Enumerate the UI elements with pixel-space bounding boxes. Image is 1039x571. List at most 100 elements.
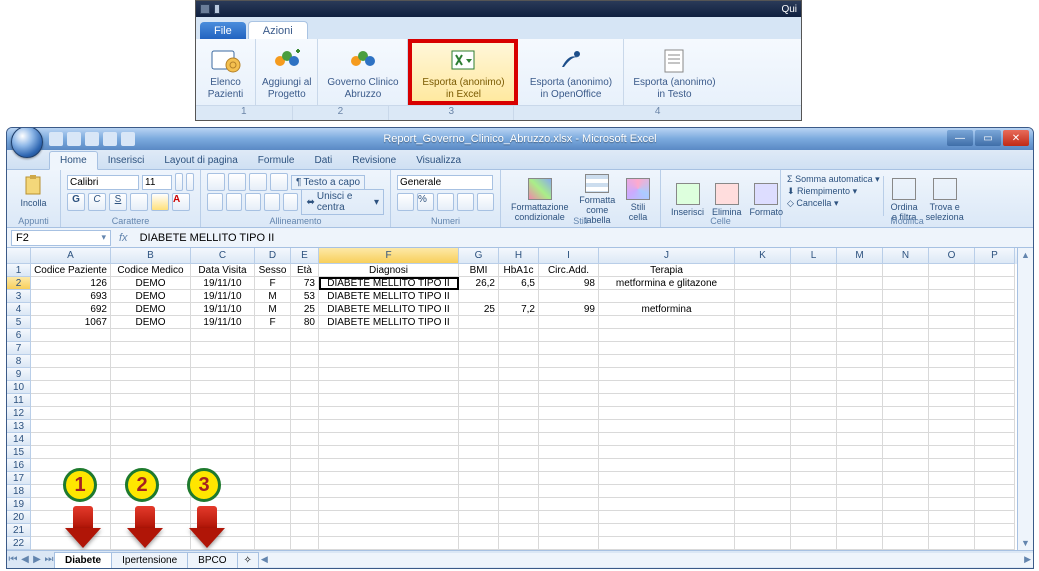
cell[interactable] xyxy=(319,498,459,511)
cell[interactable] xyxy=(735,524,791,537)
sheet-tab-bpco[interactable]: BPCO xyxy=(187,552,237,568)
cell[interactable] xyxy=(499,498,539,511)
cell[interactable] xyxy=(791,498,837,511)
cell[interactable] xyxy=(837,420,883,433)
cell[interactable] xyxy=(735,368,791,381)
cell[interactable]: Età xyxy=(291,264,319,277)
cell[interactable] xyxy=(975,329,1015,342)
cell[interactable] xyxy=(539,433,599,446)
cell[interactable] xyxy=(111,420,191,433)
cell[interactable] xyxy=(291,446,319,459)
cell[interactable] xyxy=(735,394,791,407)
cell[interactable]: HbA1c xyxy=(499,264,539,277)
cell[interactable] xyxy=(599,433,735,446)
cell[interactable] xyxy=(735,537,791,550)
align-mid[interactable] xyxy=(228,173,246,191)
name-box[interactable]: F2▾ xyxy=(11,230,111,246)
row-header[interactable]: 10 xyxy=(7,381,31,394)
cell[interactable] xyxy=(499,524,539,537)
cell[interactable] xyxy=(319,394,459,407)
cell[interactable] xyxy=(735,355,791,368)
cell[interactable] xyxy=(459,485,499,498)
cell[interactable] xyxy=(929,290,975,303)
cell[interactable] xyxy=(975,303,1015,316)
cell[interactable] xyxy=(319,420,459,433)
cell[interactable] xyxy=(837,264,883,277)
row-header[interactable]: 5 xyxy=(7,316,31,329)
cell[interactable] xyxy=(975,537,1015,550)
cell[interactable] xyxy=(291,498,319,511)
cell[interactable] xyxy=(255,342,291,355)
cell[interactable] xyxy=(975,368,1015,381)
cell[interactable]: 99 xyxy=(539,303,599,316)
cell[interactable] xyxy=(599,459,735,472)
cell[interactable] xyxy=(255,459,291,472)
sheet-nav-next[interactable]: ▶ xyxy=(31,553,43,567)
cell[interactable] xyxy=(255,498,291,511)
align-bot[interactable] xyxy=(249,173,267,191)
cell[interactable] xyxy=(319,537,459,550)
group-aggiungi-progetto[interactable]: Aggiungi al Progetto xyxy=(256,39,318,105)
cell[interactable] xyxy=(539,420,599,433)
tab-revisione[interactable]: Revisione xyxy=(342,152,406,169)
col-header[interactable]: P xyxy=(975,248,1015,264)
font-name-combo[interactable] xyxy=(67,175,139,190)
col-header[interactable]: A xyxy=(31,248,111,264)
cell[interactable] xyxy=(791,472,837,485)
tab-file[interactable]: File xyxy=(200,22,246,39)
cell[interactable] xyxy=(975,264,1015,277)
cell[interactable] xyxy=(735,433,791,446)
cell[interactable]: 693 xyxy=(31,290,111,303)
cell[interactable] xyxy=(255,355,291,368)
cell[interactable] xyxy=(539,511,599,524)
select-all-corner[interactable] xyxy=(7,248,31,264)
cell[interactable] xyxy=(791,355,837,368)
cell[interactable]: 98 xyxy=(539,277,599,290)
col-header[interactable]: B xyxy=(111,248,191,264)
cell[interactable] xyxy=(191,433,255,446)
cell[interactable] xyxy=(599,368,735,381)
cell[interactable] xyxy=(735,407,791,420)
cell[interactable] xyxy=(255,329,291,342)
cell[interactable] xyxy=(735,277,791,290)
col-header[interactable]: I xyxy=(539,248,599,264)
cell[interactable] xyxy=(459,446,499,459)
col-header[interactable]: H xyxy=(499,248,539,264)
percent-button[interactable]: % xyxy=(417,193,434,211)
cell[interactable] xyxy=(791,433,837,446)
row-header[interactable]: 18 xyxy=(7,485,31,498)
sheet-nav-first[interactable]: ⏮ xyxy=(7,553,19,567)
border-button[interactable] xyxy=(130,193,148,211)
cell[interactable] xyxy=(735,381,791,394)
row-header[interactable]: 9 xyxy=(7,368,31,381)
cell[interactable] xyxy=(791,511,837,524)
cell[interactable] xyxy=(929,264,975,277)
cell[interactable] xyxy=(929,277,975,290)
cell[interactable] xyxy=(539,381,599,394)
cell[interactable] xyxy=(599,524,735,537)
cell[interactable] xyxy=(499,485,539,498)
cell[interactable] xyxy=(191,446,255,459)
cell[interactable] xyxy=(291,342,319,355)
bold-button[interactable]: G xyxy=(67,193,85,211)
font-color-button[interactable]: A xyxy=(172,193,190,211)
cell[interactable] xyxy=(459,537,499,550)
cell[interactable] xyxy=(735,472,791,485)
cell[interactable] xyxy=(191,420,255,433)
cell[interactable] xyxy=(929,511,975,524)
clear-button[interactable]: ◇ Cancella ▾ xyxy=(787,198,880,209)
cell[interactable] xyxy=(883,355,929,368)
cell[interactable] xyxy=(459,407,499,420)
shrink-font[interactable] xyxy=(186,173,194,191)
group-esporta-testo[interactable]: Esporta (anonimo) in Testo xyxy=(624,39,724,105)
cell[interactable] xyxy=(539,524,599,537)
cell[interactable] xyxy=(837,407,883,420)
cell[interactable] xyxy=(499,342,539,355)
cell[interactable] xyxy=(459,355,499,368)
cell[interactable] xyxy=(883,459,929,472)
sheet-tab-new[interactable]: ✧ xyxy=(237,552,259,568)
cell[interactable] xyxy=(975,420,1015,433)
cell[interactable] xyxy=(459,316,499,329)
cell[interactable] xyxy=(837,290,883,303)
cell[interactable]: 19/11/10 xyxy=(191,316,255,329)
